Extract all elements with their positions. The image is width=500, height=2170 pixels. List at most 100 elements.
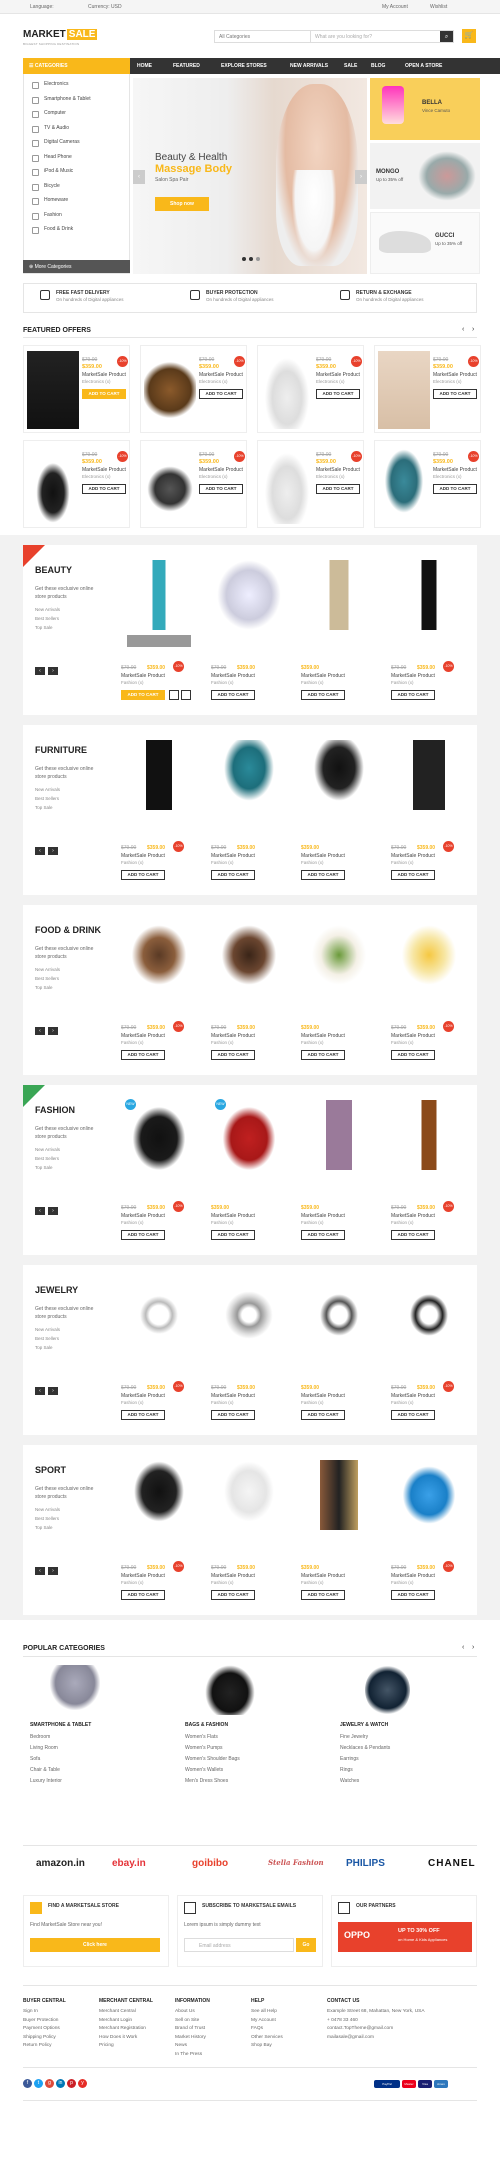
add-to-cart-button[interactable]: ADD TO CART xyxy=(301,1410,345,1420)
product-image[interactable] xyxy=(307,920,371,990)
footer-link[interactable]: See all Help xyxy=(251,2009,327,2018)
product-image[interactable] xyxy=(127,740,191,810)
add-to-cart-button[interactable]: ADD TO CART xyxy=(301,1230,345,1240)
product-image[interactable] xyxy=(378,351,430,429)
product-image[interactable] xyxy=(217,1280,281,1350)
category-sublink[interactable]: Top Sale xyxy=(35,1345,53,1350)
product-name[interactable]: MarketSale Product xyxy=(82,467,126,473)
product-image[interactable] xyxy=(144,446,196,524)
add-to-cart-button[interactable]: ADD TO CART xyxy=(391,690,435,700)
sidebar-item-bicycle[interactable]: Bicycle xyxy=(24,179,129,194)
footer-link[interactable]: Buyer Protection xyxy=(23,2018,99,2027)
popular-link[interactable]: Rings xyxy=(340,1767,480,1778)
category-sublink[interactable]: Best Sellers xyxy=(35,616,59,621)
product-card[interactable]: $79.00 $359.00 MarketSale Product Fashion (… xyxy=(211,735,287,885)
category-sublink[interactable]: New Arrivals xyxy=(35,787,60,792)
add-to-cart-button[interactable]: ADD TO CART xyxy=(433,484,477,494)
product-name[interactable]: MarketSale Product xyxy=(433,467,477,473)
footer-link[interactable]: Pricing xyxy=(99,2043,175,2052)
footer-link[interactable]: Example Street 68, Mahattan, New York, U… xyxy=(327,2009,467,2018)
wishlist-button[interactable] xyxy=(169,690,179,700)
product-card[interactable]: $79.00 $359.00 -10% NEW MarketSale Product Fa… xyxy=(121,1095,197,1245)
product-name[interactable]: MarketSale Product xyxy=(391,1393,435,1399)
popular-prev-arrow[interactable]: ‹ xyxy=(462,1644,464,1651)
add-to-cart-button[interactable]: ADD TO CART xyxy=(316,484,360,494)
category-sublink[interactable]: Top Sale xyxy=(35,1525,53,1530)
add-to-cart-button[interactable]: ADD TO CART xyxy=(199,389,243,399)
product-card[interactable]: -10% $79.00 $359.00 MarketSale Product Elect… xyxy=(374,345,481,433)
language-selector[interactable]: Language: xyxy=(30,4,54,10)
product-image[interactable] xyxy=(144,351,196,429)
footer-link[interactable]: News xyxy=(175,2043,251,2052)
product-card[interactable]: $79.00 $359.00 -10% MarketSale Product Fashi… xyxy=(121,555,197,705)
popular-link[interactable]: Watches xyxy=(340,1778,480,1789)
nav-featured[interactable]: FEATURED xyxy=(173,63,200,69)
popular-link[interactable]: Living Room xyxy=(30,1745,170,1756)
hero-shop-button[interactable]: Shop now xyxy=(155,197,209,211)
add-to-cart-button[interactable]: ADD TO CART xyxy=(391,1050,435,1060)
product-name[interactable]: MarketSale Product xyxy=(211,1213,255,1219)
social-icon[interactable]: f xyxy=(23,2079,32,2088)
product-name[interactable]: MarketSale Product xyxy=(391,853,435,859)
sidebar-item-food[interactable]: Food & Drink xyxy=(24,222,129,237)
social-icon[interactable]: in xyxy=(56,2079,65,2088)
product-card[interactable]: $79.00 $359.00 MarketSale Product Fashion (… xyxy=(211,555,287,705)
next-arrow[interactable]: › xyxy=(48,1027,58,1035)
footer-link[interactable]: In The Press xyxy=(175,2052,251,2061)
product-image[interactable] xyxy=(217,1460,281,1530)
product-name[interactable]: MarketSale Product xyxy=(211,1573,255,1579)
product-card[interactable]: $359.00 NEW MarketSale Product Fashion (x) A… xyxy=(211,1095,287,1245)
prev-arrow[interactable]: ‹ xyxy=(35,1027,45,1035)
add-to-cart-button[interactable]: ADD TO CART xyxy=(211,690,255,700)
product-name[interactable]: MarketSale Product xyxy=(391,673,435,679)
product-name[interactable]: MarketSale Product xyxy=(391,1573,435,1579)
nav-open-a-store[interactable]: OPEN A STORE xyxy=(405,63,442,69)
product-card[interactable]: $79.00 $359.00 -10% MarketSale Product Fashi… xyxy=(121,1455,197,1605)
product-card[interactable]: -10% $79.00 $359.00 MarketSale Product Elect… xyxy=(140,345,247,433)
featured-prev-arrow[interactable]: ‹ xyxy=(462,326,464,333)
category-sublink[interactable]: Best Sellers xyxy=(35,976,59,981)
product-image[interactable] xyxy=(397,1460,461,1530)
product-card[interactable]: $359.00 MarketSale Product Fashion (x) ADD … xyxy=(301,1275,377,1425)
product-card[interactable]: $79.00 $359.00 MarketSale Product Fashion (… xyxy=(211,1275,287,1425)
add-to-cart-button[interactable]: ADD TO CART xyxy=(301,1050,345,1060)
category-sublink[interactable]: New Arrivals xyxy=(35,1327,60,1332)
product-name[interactable]: MarketSale Product xyxy=(301,1213,345,1219)
product-image[interactable] xyxy=(127,1100,191,1170)
compare-button[interactable] xyxy=(181,690,191,700)
slide-dot[interactable] xyxy=(248,257,253,261)
product-image[interactable] xyxy=(397,920,461,990)
add-to-cart-button[interactable]: ADD TO CART xyxy=(391,1590,435,1600)
add-to-cart-button[interactable]: ADD TO CART xyxy=(121,1230,165,1240)
footer-link[interactable]: Brand of Trust xyxy=(175,2026,251,2035)
footer-link[interactable]: + 0478 33 460 xyxy=(327,2018,467,2027)
product-card[interactable]: $79.00 $359.00 -10% MarketSale Product Fashi… xyxy=(121,915,197,1065)
product-name[interactable]: MarketSale Product xyxy=(121,1213,165,1219)
product-name[interactable]: MarketSale Product xyxy=(199,372,243,378)
add-to-cart-button[interactable]: ADD TO CART xyxy=(211,1230,255,1240)
nav-home[interactable]: HOME xyxy=(137,63,152,69)
footer-link[interactable]: Sell on Site xyxy=(175,2018,251,2027)
cart-button[interactable]: 🛒 xyxy=(462,29,476,43)
brand-ebay[interactable]: ebay.in xyxy=(112,1858,146,1869)
product-name[interactable]: MarketSale Product xyxy=(316,467,360,473)
product-card[interactable]: $359.00 MarketSale Product Fashion (x) ADD … xyxy=(301,1095,377,1245)
add-to-cart-button[interactable]: ADD TO CART xyxy=(121,690,165,700)
footer-link[interactable]: Merchant Central xyxy=(99,2009,175,2018)
product-card[interactable]: $79.00 $359.00 -10% MarketSale Product Fashi… xyxy=(391,1455,467,1605)
product-card[interactable]: $359.00 MarketSale Product Fashion (x) ADD … xyxy=(301,915,377,1065)
prev-arrow[interactable]: ‹ xyxy=(35,1387,45,1395)
product-name[interactable]: MarketSale Product xyxy=(82,372,126,378)
category-sublink[interactable]: Best Sellers xyxy=(35,1156,59,1161)
my-account-link[interactable]: My Account xyxy=(382,4,408,10)
product-card[interactable]: $79.00 $359.00 -10% MarketSale Product Fashi… xyxy=(391,1275,467,1425)
sidebar-item-tv-audio[interactable]: TV & Audio xyxy=(24,121,129,136)
product-image[interactable] xyxy=(217,920,281,990)
footer-link[interactable]: Shop Bay xyxy=(251,2043,327,2052)
popular-link[interactable]: Bedroom xyxy=(30,1734,170,1745)
product-name[interactable]: MarketSale Product xyxy=(301,1573,345,1579)
oppo-banner[interactable]: OPPO UP TO 30% OFF on Home & Kids Applia… xyxy=(338,1922,472,1952)
add-to-cart-button[interactable]: ADD TO CART xyxy=(391,1410,435,1420)
add-to-cart-button[interactable]: ADD TO CART xyxy=(391,870,435,880)
footer-link[interactable]: Merchant Registration xyxy=(99,2026,175,2035)
